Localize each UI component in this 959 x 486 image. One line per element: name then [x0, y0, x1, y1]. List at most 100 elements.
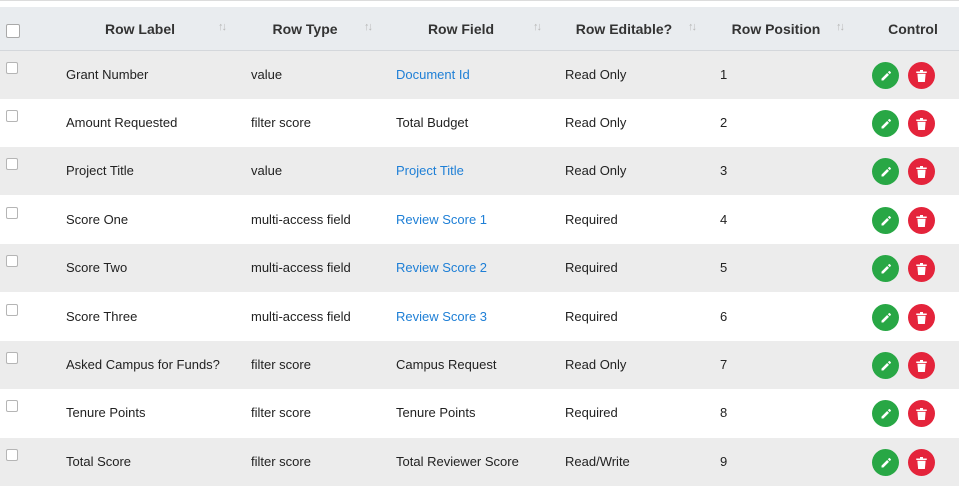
edit-button[interactable] — [872, 62, 899, 89]
sort-icon[interactable]: ↑↓ — [688, 7, 697, 51]
sort-icon[interactable]: ↑↓ — [533, 7, 542, 51]
edit-button[interactable] — [872, 449, 899, 476]
column-header-row-label[interactable]: Row Label — [70, 7, 210, 51]
row-checkbox[interactable] — [6, 400, 18, 412]
row-type-cell: filter score — [251, 115, 311, 130]
row-label-cell: Score Three — [66, 309, 138, 324]
edit-button[interactable] — [872, 110, 899, 137]
column-header-row-editable[interactable]: Row Editable? — [560, 7, 688, 51]
row-type-cell: multi-access field — [251, 309, 351, 324]
row-type-cell: multi-access field — [251, 260, 351, 275]
table-row: Score Two multi-access field Review Scor… — [0, 244, 959, 292]
column-header-row-position[interactable]: Row Position — [716, 7, 836, 51]
row-checkbox[interactable] — [6, 207, 18, 219]
delete-button[interactable] — [908, 110, 935, 137]
pencil-icon — [881, 360, 891, 370]
row-editable-cell: Read Only — [565, 357, 627, 372]
row-checkbox[interactable] — [6, 449, 18, 461]
trash-icon — [916, 214, 927, 227]
trash-icon — [916, 359, 927, 372]
row-editable-cell: Read Only — [565, 163, 627, 178]
row-position-cell: 7 — [720, 357, 728, 372]
row-position-cell: 9 — [720, 454, 728, 469]
pencil-icon — [881, 408, 891, 418]
row-field-cell: Tenure Points — [396, 405, 476, 420]
delete-button[interactable] — [908, 207, 935, 234]
pencil-icon — [881, 312, 891, 322]
table-row: Score Three multi-access field Review Sc… — [0, 293, 959, 341]
pencil-icon — [881, 70, 891, 80]
column-header-row-field[interactable]: Row Field — [396, 7, 526, 51]
row-label-cell: Grant Number — [66, 67, 149, 82]
row-checkbox[interactable] — [6, 110, 18, 122]
pencil-icon — [881, 215, 891, 225]
table-row: Tenure Points filter score Tenure Points… — [0, 389, 959, 437]
edit-button[interactable] — [872, 304, 899, 331]
row-checkbox[interactable] — [6, 352, 18, 364]
delete-button[interactable] — [908, 62, 935, 89]
trash-icon — [916, 69, 927, 82]
select-all-checkbox[interactable] — [6, 24, 20, 38]
row-position-cell: 2 — [720, 115, 728, 130]
pencil-icon — [881, 118, 891, 128]
sort-icon[interactable]: ↑↓ — [218, 7, 227, 51]
column-header-row-type[interactable]: Row Type — [240, 7, 370, 51]
delete-button[interactable] — [908, 158, 935, 185]
row-field-link[interactable]: Project Title — [396, 147, 464, 195]
row-position-cell: 4 — [720, 212, 728, 227]
sort-icon[interactable]: ↑↓ — [364, 7, 373, 51]
row-position-cell: 6 — [720, 309, 728, 324]
table-row: Amount Requested filter score Total Budg… — [0, 99, 959, 147]
row-field-cell: Campus Request — [396, 357, 497, 372]
row-editable-cell: Required — [565, 309, 618, 324]
row-field-link[interactable]: Review Score 2 — [396, 244, 487, 292]
row-position-cell: 5 — [720, 260, 728, 275]
pencil-icon — [881, 166, 891, 176]
edit-button[interactable] — [872, 207, 899, 234]
row-editable-cell: Read Only — [565, 67, 627, 82]
row-checkbox[interactable] — [6, 255, 18, 267]
trash-icon — [916, 456, 927, 469]
trash-icon — [916, 407, 927, 420]
row-editable-cell: Required — [565, 405, 618, 420]
row-label-cell: Total Score — [66, 454, 132, 469]
grid-header: Row Label ↑↓ Row Type ↑↓ Row Field ↑↓ Ro… — [0, 7, 959, 51]
row-checkbox[interactable] — [6, 158, 18, 170]
delete-button[interactable] — [908, 304, 935, 331]
table-row: Grant Number value Document Id Read Only… — [0, 51, 959, 99]
table-row: Project Title value Project Title Read O… — [0, 147, 959, 195]
data-grid: Row Label ↑↓ Row Type ↑↓ Row Field ↑↓ Ro… — [0, 0, 959, 486]
row-type-cell: filter score — [251, 454, 311, 469]
row-field-link[interactable]: Review Score 1 — [396, 196, 487, 244]
pencil-icon — [881, 263, 891, 273]
row-field-link[interactable]: Review Score 3 — [396, 293, 487, 341]
row-field-cell: Total Budget — [396, 115, 469, 130]
trash-icon — [916, 262, 927, 275]
row-checkbox[interactable] — [6, 304, 18, 316]
row-checkbox[interactable] — [6, 62, 18, 74]
row-editable-cell: Read/Write — [565, 454, 630, 469]
trash-icon — [916, 311, 927, 324]
column-header-control: Control — [888, 21, 938, 37]
row-label-cell: Score One — [66, 212, 129, 227]
row-type-cell: value — [251, 67, 283, 82]
row-editable-cell: Read Only — [565, 115, 627, 130]
row-field-cell: Total Reviewer Score — [396, 454, 519, 469]
row-label-cell: Project Title — [66, 163, 134, 178]
row-field-link[interactable]: Document Id — [396, 51, 470, 99]
sort-icon[interactable]: ↑↓ — [836, 7, 845, 51]
row-position-cell: 8 — [720, 405, 728, 420]
delete-button[interactable] — [908, 449, 935, 476]
row-editable-cell: Required — [565, 212, 618, 227]
trash-icon — [916, 165, 927, 178]
edit-button[interactable] — [872, 158, 899, 185]
edit-button[interactable] — [872, 400, 899, 427]
row-type-cell: multi-access field — [251, 212, 351, 227]
row-type-cell: filter score — [251, 405, 311, 420]
delete-button[interactable] — [908, 255, 935, 282]
row-position-cell: 3 — [720, 163, 728, 178]
delete-button[interactable] — [908, 400, 935, 427]
edit-button[interactable] — [872, 352, 899, 379]
edit-button[interactable] — [872, 255, 899, 282]
delete-button[interactable] — [908, 352, 935, 379]
